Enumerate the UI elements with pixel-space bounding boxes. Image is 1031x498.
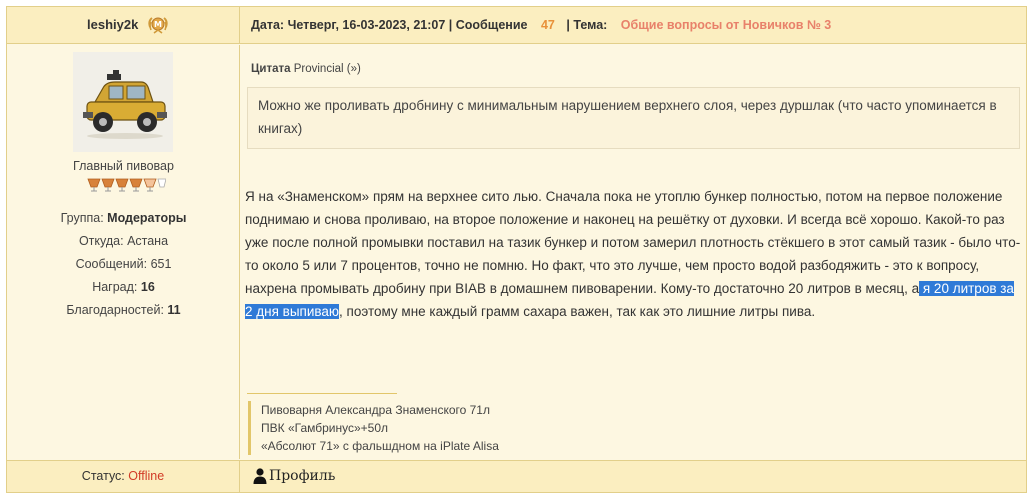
user-location: Откуда: Астана [7,234,240,248]
thanks-value: 11 [167,303,181,317]
location-label: Откуда: [78,234,124,248]
group-value: Модераторы [107,211,187,225]
post-footer: Статус: Offline Профиль [7,460,1026,493]
post-header: leshiy2k M Дата: Четверг, 16-03-2023, 21… [7,7,1026,44]
signature-divider [247,393,397,394]
user-posts: Сообщений: 651 [7,257,240,271]
date-label: Дата: [251,18,285,32]
message-body: Я на «Знаменском» прям на верхнее сито л… [245,185,1024,323]
author-username[interactable]: leshiy2k [87,17,138,32]
signature-line-1: Пивоварня Александра Знаменского 71л [261,403,490,417]
user-icon [253,468,267,484]
group-label: Группа: [60,211,104,225]
user-rank: Главный пивовар [73,159,174,173]
topic-label: | Тема: [566,18,608,32]
user-status: Статус: Offline [7,461,240,493]
author-sidebar: Главный пивовар Группа: Модераторы Откуд… [7,45,240,459]
signature: Пивоварня Александра Знаменского 71л ПВК… [248,401,499,455]
post-number-link[interactable]: 47 [541,18,555,32]
topic-link[interactable]: Общие вопросы от Новичков № 3 [621,18,831,32]
svg-text:M: M [154,20,162,29]
post-label: | Сообщение [448,18,528,32]
status-label: Статус: [81,469,125,483]
post-content: Цитата Provincial (») Можно же проливать… [241,45,1026,459]
forum-post: leshiy2k M Дата: Четверг, 16-03-2023, 21… [6,6,1027,493]
post-meta: Дата: Четверг, 16-03-2023, 21:07 | Сообщ… [251,18,831,32]
thanks-label: Благодарностей: [66,303,164,317]
profile-label: Профиль [269,468,336,484]
signature-line-3: «Абсолют 71» с фальшдном на iPlate Alisa [261,439,499,453]
status-value: Offline [128,469,165,483]
posts-label: Сообщений: [75,257,148,271]
signature-line-2: ПВК «Гамбринус»+50л [261,421,389,435]
user-group: Группа: Модераторы [7,211,240,225]
awards-label: Наград: [92,280,138,294]
user-thanks: Благодарностей: 11 [7,303,240,317]
quote-source-link[interactable]: (») [347,63,361,75]
quote-author: Provincial [293,63,344,75]
quote-text: Можно же проливать дробнину с минимальны… [247,87,1020,149]
medal-icon: M [148,17,168,34]
post-date: Четверг, 16-03-2023, 21:07 [287,18,446,32]
quote-header: Цитата Provincial (») [251,63,361,75]
profile-button[interactable]: Профиль [253,468,335,484]
location-value: Астана [127,234,169,248]
message-text-after: , поэтому мне каждый грамм сахара важен,… [339,304,816,319]
author-header-cell: leshiy2k M [7,7,240,44]
user-awards: Наград: 16 [7,280,240,294]
quote-label: Цитата [251,63,291,75]
awards-value[interactable]: 16 [141,280,155,294]
rank-glasses-icon [87,178,166,192]
message-text-before: Я на «Знаменском» прям на верхнее сито л… [245,189,1021,296]
avatar [73,52,173,152]
posts-value: 651 [150,257,172,271]
